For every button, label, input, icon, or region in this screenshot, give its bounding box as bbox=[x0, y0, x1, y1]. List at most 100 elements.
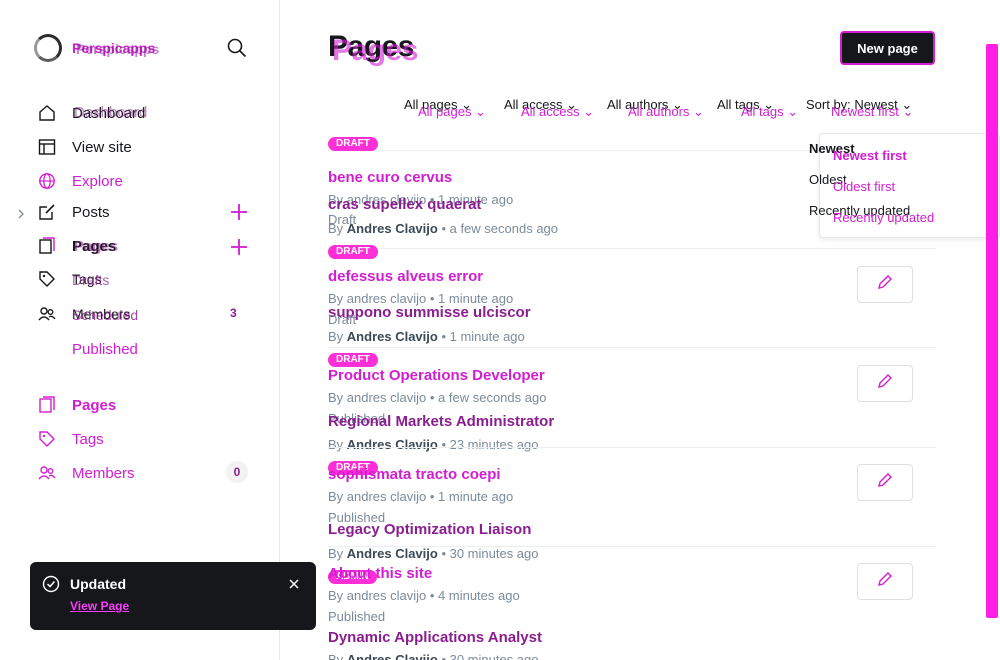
status-badge: DRAFT bbox=[328, 245, 378, 259]
toast-view-page-link[interactable]: View Page bbox=[70, 599, 129, 613]
page-meta: By andres clavijo • a few seconds ago bbox=[328, 390, 547, 405]
page-title-link[interactable]: About this site bbox=[328, 565, 432, 582]
sidebar-item-label: View site bbox=[72, 138, 132, 156]
meta-time: • 30 minutes ago bbox=[437, 546, 539, 561]
filter-label: All pages bbox=[418, 104, 472, 119]
sidebar-item-posts[interactable]: Posts bbox=[38, 200, 110, 224]
sidebar-item-label: Pages bbox=[72, 396, 117, 414]
check-circle-icon bbox=[42, 575, 60, 593]
pages-icon bbox=[38, 237, 56, 255]
home-icon bbox=[38, 104, 56, 122]
author-name: Andres Clavijo bbox=[346, 437, 438, 452]
browser-icon bbox=[38, 138, 56, 156]
sidebar-item-members-lower[interactable]: Members bbox=[38, 461, 135, 485]
sidebar-item-tags-lower[interactable]: Tags bbox=[38, 427, 104, 451]
row-divider bbox=[328, 248, 936, 249]
pencil-icon bbox=[877, 373, 893, 394]
page-meta: By Andres Clavijo • 30 minutes ago bbox=[328, 652, 539, 660]
page-meta: By andres clavijo • 1 minute ago bbox=[328, 489, 514, 504]
sidebar-item-label: Members bbox=[72, 464, 135, 482]
edit-icon bbox=[38, 203, 56, 221]
globe-icon bbox=[38, 172, 56, 190]
sidebar-item-label: Tags bbox=[72, 430, 104, 448]
members-icon bbox=[38, 464, 56, 482]
sort-option-oldest-first[interactable]: Oldest first bbox=[833, 179, 895, 194]
filter-label: All access bbox=[521, 104, 580, 119]
pencil-icon bbox=[877, 472, 893, 493]
pencil-icon bbox=[877, 274, 893, 295]
page-meta: By Andres Clavijo • 23 minutes ago bbox=[328, 437, 539, 452]
meta-time: • a few seconds ago bbox=[437, 221, 559, 236]
sort-option-recently-updated-ghost[interactable]: Recently updated bbox=[833, 210, 934, 225]
search-icon[interactable] bbox=[226, 37, 248, 59]
row-divider bbox=[328, 447, 936, 448]
chevron-right-icon[interactable] bbox=[16, 206, 26, 219]
close-icon[interactable] bbox=[286, 576, 302, 592]
status-badge: DRAFT bbox=[328, 353, 378, 367]
page-title-link[interactable]: Dynamic Applications Analyst bbox=[328, 629, 542, 646]
row-divider bbox=[328, 546, 936, 547]
page-meta: By andres clavijo • 4 minutes ago bbox=[328, 588, 520, 603]
edit-page-button[interactable] bbox=[857, 563, 913, 600]
edit-page-button[interactable] bbox=[857, 464, 913, 501]
filter-label: All authors bbox=[628, 104, 690, 119]
filter-label: Newest first bbox=[831, 104, 899, 119]
page-title-link[interactable]: defessus alveus error bbox=[328, 268, 483, 285]
sidebar-sub-published[interactable]: Published bbox=[72, 341, 138, 358]
page-title-link[interactable]: Regional Markets Administrator bbox=[328, 413, 554, 430]
row-divider bbox=[328, 347, 936, 348]
page-title-link[interactable]: bene curo cervus bbox=[328, 169, 452, 186]
page-status: Draft bbox=[328, 312, 357, 327]
page-title-link[interactable]: Legacy Optimization Liaison bbox=[328, 521, 531, 538]
page-meta: By Andres Clavijo • a few seconds ago bbox=[328, 221, 559, 236]
edit-page-button[interactable] bbox=[857, 266, 913, 303]
edit-page-button[interactable] bbox=[857, 365, 913, 402]
sidebar-sub-scheduled[interactable]: Scheduled bbox=[72, 307, 138, 323]
sidebar-item-label: Posts bbox=[72, 203, 110, 221]
notification-toast: Updated View Page bbox=[30, 562, 316, 630]
page-title-link[interactable]: sophismata tracto coepi bbox=[328, 466, 501, 483]
author-name: Andres Clavijo bbox=[346, 329, 438, 344]
author-name: Andres Clavijo bbox=[346, 221, 438, 236]
toast-title: Updated bbox=[70, 576, 126, 592]
add-page-icon[interactable] bbox=[229, 237, 249, 257]
members-count: 3 bbox=[230, 306, 237, 320]
sidebar-item-view-site[interactable]: View site bbox=[38, 135, 132, 159]
sort-option-newest-first[interactable]: Newest first bbox=[833, 148, 907, 163]
page-title-link[interactable]: cras supellex quaerat bbox=[328, 196, 481, 213]
filter-ghost: All pages ⌄ bbox=[418, 104, 486, 119]
pages-ghost: Pages bbox=[74, 238, 119, 255]
members-count-badge: 0 bbox=[226, 461, 248, 483]
filter-label: All tags bbox=[741, 104, 784, 119]
scrollbar[interactable] bbox=[986, 44, 998, 618]
dashboard-ghost: Dashboard bbox=[74, 104, 148, 121]
page-title-link[interactable]: Product Operations Developer bbox=[328, 367, 545, 384]
pencil-icon bbox=[877, 571, 893, 592]
author-name: Andres Clavijo bbox=[346, 652, 438, 660]
page-meta: By Andres Clavijo • 1 minute ago bbox=[328, 329, 525, 344]
filter-ghost: All authors ⌄ bbox=[628, 104, 704, 119]
tag-icon bbox=[38, 430, 56, 448]
filter-ghost: All access ⌄ bbox=[521, 104, 595, 119]
sidebar: Perspicapps Perspicapps Dashboard Dashbo… bbox=[0, 0, 280, 660]
sidebar-item-pages-lower[interactable]: Pages bbox=[38, 393, 116, 417]
filter-ghost: Newest first ⌄ bbox=[831, 104, 914, 119]
sidebar-item-label: Explore bbox=[72, 172, 123, 190]
page-title-link[interactable]: suppono summisse ulciscor bbox=[328, 304, 531, 321]
page-status: Published bbox=[328, 609, 386, 624]
tag-icon bbox=[38, 270, 56, 288]
add-post-icon[interactable] bbox=[229, 202, 249, 222]
new-page-button[interactable]: New page bbox=[840, 31, 935, 65]
sidebar-item-explore[interactable]: Explore bbox=[38, 169, 123, 193]
meta-time: • 30 minutes ago bbox=[437, 652, 539, 660]
meta-time: • 23 minutes ago bbox=[437, 437, 539, 452]
meta-time: • 1 minute ago bbox=[437, 329, 525, 344]
status-badge: DRAFT bbox=[328, 137, 378, 151]
sidebar-sub-drafts[interactable]: Drafts bbox=[72, 272, 109, 288]
pages-icon bbox=[38, 396, 56, 414]
author-name: Andres Clavijo bbox=[346, 546, 438, 561]
members-icon bbox=[38, 305, 56, 323]
page-title-ghost: Pages bbox=[332, 34, 418, 67]
brand-name-ghost: Perspicapps bbox=[76, 41, 160, 57]
page-meta: By Andres Clavijo • 30 minutes ago bbox=[328, 546, 539, 561]
